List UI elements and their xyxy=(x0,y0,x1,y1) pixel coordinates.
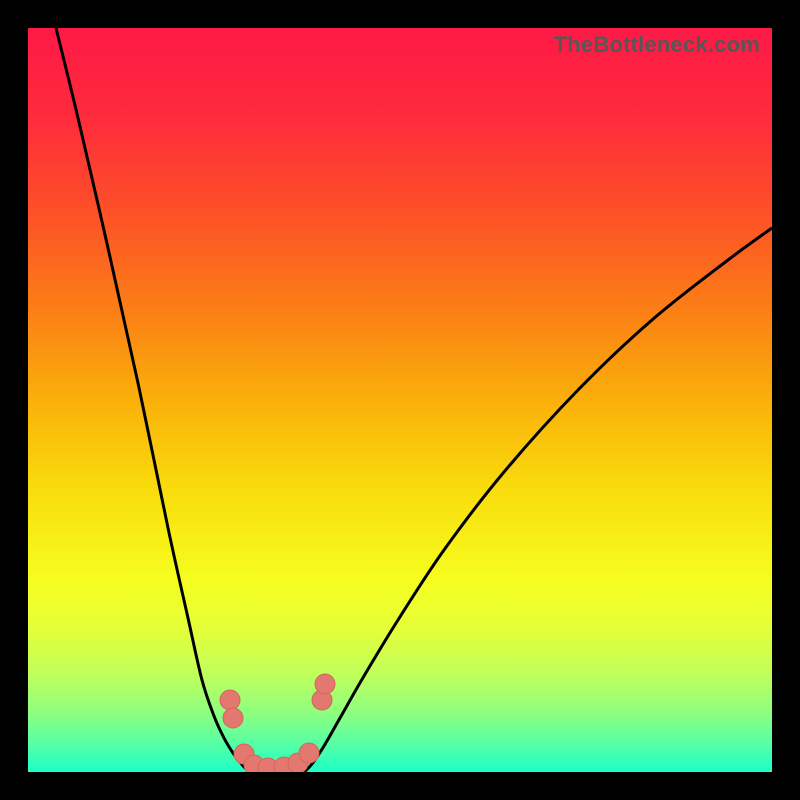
marker-group xyxy=(220,674,335,772)
data-marker xyxy=(220,690,240,710)
curve-layer xyxy=(28,28,772,772)
bottleneck-curve xyxy=(56,28,772,772)
data-marker xyxy=(299,743,319,763)
chart-frame: TheBottleneck.com xyxy=(0,0,800,800)
data-marker xyxy=(223,708,243,728)
data-marker xyxy=(315,674,335,694)
plot-area: TheBottleneck.com xyxy=(28,28,772,772)
